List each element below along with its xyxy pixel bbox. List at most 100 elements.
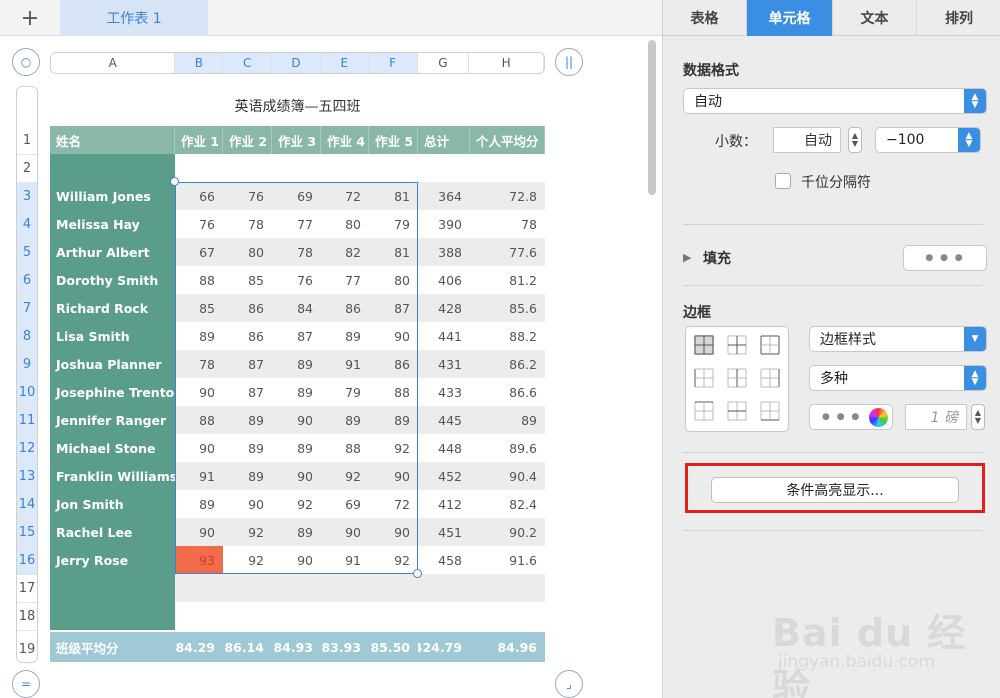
- score-cell[interactable]: 79: [321, 378, 369, 406]
- score-cell[interactable]: 90: [272, 546, 321, 574]
- horizontal-inner-border-icon[interactable]: [727, 401, 747, 421]
- total-cell[interactable]: 406: [418, 266, 470, 294]
- tab-cell[interactable]: 单元格: [747, 0, 833, 36]
- score-cell[interactable]: 90: [175, 378, 223, 406]
- add-row-handle[interactable]: =: [12, 670, 40, 698]
- score-cell[interactable]: 76: [175, 210, 223, 238]
- score-cell[interactable]: 80: [223, 238, 272, 266]
- total-cell[interactable]: 412: [418, 490, 470, 518]
- row-header-1[interactable]: 1: [17, 127, 37, 155]
- score-cell[interactable]: 88: [321, 434, 369, 462]
- inner-borders-icon[interactable]: [727, 335, 747, 355]
- score-cell[interactable]: 91: [175, 462, 223, 490]
- row-header-19[interactable]: 19: [17, 631, 37, 662]
- score-cell[interactable]: 93: [175, 546, 223, 574]
- tab-arrange[interactable]: 排列: [917, 0, 1000, 36]
- score-cell[interactable]: 78: [223, 210, 272, 238]
- row-header-10[interactable]: 10: [17, 379, 37, 407]
- score-cell[interactable]: 88: [175, 406, 223, 434]
- border-color-button[interactable]: ● ● ●: [809, 404, 893, 430]
- total-cell[interactable]: 433: [418, 378, 470, 406]
- total-cell[interactable]: 441: [418, 322, 470, 350]
- top-border-icon[interactable]: [694, 401, 714, 421]
- row-header-8[interactable]: 8: [17, 323, 37, 351]
- column-header-e[interactable]: E: [320, 53, 369, 73]
- tab-sheet-1[interactable]: 工作表 1: [60, 0, 208, 36]
- decimal-stepper[interactable]: ▲ ▼: [848, 127, 862, 153]
- row-header-13[interactable]: 13: [17, 463, 37, 491]
- total-cell[interactable]: 388: [418, 238, 470, 266]
- score-cell[interactable]: 77: [321, 266, 369, 294]
- column-header-f[interactable]: F: [368, 53, 418, 73]
- row-header-14[interactable]: 14: [17, 491, 37, 519]
- score-cell[interactable]: 90: [175, 518, 223, 546]
- average-cell[interactable]: 86.2: [470, 350, 545, 378]
- score-cell[interactable]: 79: [369, 210, 418, 238]
- border-style-select[interactable]: 边框样式 ▼: [809, 326, 987, 352]
- score-cell[interactable]: 76: [223, 182, 272, 210]
- resize-table-handle[interactable]: ⌟: [555, 670, 583, 698]
- score-cell[interactable]: 86: [223, 294, 272, 322]
- score-cell[interactable]: 89: [223, 406, 272, 434]
- score-cell[interactable]: 89: [223, 462, 272, 490]
- vertical-scrollbar[interactable]: [648, 40, 656, 195]
- score-cell[interactable]: 80: [321, 210, 369, 238]
- row-header-18[interactable]: 18: [17, 603, 37, 631]
- decimal-field[interactable]: 自动: [773, 127, 841, 153]
- fill-color-button[interactable]: ● ● ●: [903, 245, 987, 271]
- disclosure-triangle-icon[interactable]: ▶: [683, 251, 691, 264]
- row-header-2[interactable]: 2: [17, 155, 37, 183]
- score-cell[interactable]: 92: [272, 490, 321, 518]
- column-header-d[interactable]: D: [272, 53, 321, 73]
- score-cell[interactable]: 89: [272, 434, 321, 462]
- score-cell[interactable]: 88: [369, 378, 418, 406]
- selection-handle-top-left[interactable]: [170, 177, 179, 186]
- score-cell[interactable]: 92: [321, 462, 369, 490]
- score-cell[interactable]: 92: [369, 546, 418, 574]
- score-cell[interactable]: 89: [321, 406, 369, 434]
- score-cell[interactable]: 81: [369, 182, 418, 210]
- right-border-icon[interactable]: [760, 368, 780, 388]
- score-cell[interactable]: 84: [272, 294, 321, 322]
- score-cell[interactable]: 82: [321, 238, 369, 266]
- total-cell[interactable]: 364: [418, 182, 470, 210]
- score-cell[interactable]: 66: [175, 182, 223, 210]
- column-header-g[interactable]: G: [417, 53, 470, 73]
- score-cell[interactable]: 89: [272, 378, 321, 406]
- row-header-3[interactable]: 3: [17, 183, 37, 211]
- row-header-17[interactable]: 17: [17, 575, 37, 603]
- score-cell[interactable]: 88: [175, 266, 223, 294]
- total-cell[interactable]: 458: [418, 546, 470, 574]
- score-cell[interactable]: 72: [321, 182, 369, 210]
- score-cell[interactable]: 76: [272, 266, 321, 294]
- average-cell[interactable]: 72.8: [470, 182, 545, 210]
- score-cell[interactable]: 69: [272, 182, 321, 210]
- row-header-15[interactable]: 15: [17, 519, 37, 547]
- score-cell[interactable]: 78: [175, 350, 223, 378]
- score-cell[interactable]: 89: [175, 490, 223, 518]
- selection-handle-bottom-right[interactable]: [413, 569, 422, 578]
- negative-format-select[interactable]: −100 ▲ ▼: [875, 127, 981, 153]
- average-cell[interactable]: 77.6: [470, 238, 545, 266]
- total-cell[interactable]: 451: [418, 518, 470, 546]
- column-header-h[interactable]: H: [469, 53, 544, 73]
- score-cell[interactable]: 90: [321, 518, 369, 546]
- score-cell[interactable]: 86: [369, 350, 418, 378]
- score-cell[interactable]: 87: [272, 322, 321, 350]
- score-cell[interactable]: 87: [223, 378, 272, 406]
- average-cell[interactable]: 85.6: [470, 294, 545, 322]
- average-cell[interactable]: 78: [470, 210, 545, 238]
- score-cell[interactable]: 90: [369, 462, 418, 490]
- average-cell[interactable]: 90.4: [470, 462, 545, 490]
- score-cell[interactable]: 90: [369, 322, 418, 350]
- score-cell[interactable]: 91: [321, 350, 369, 378]
- row-header-4[interactable]: 4: [17, 211, 37, 239]
- average-cell[interactable]: 89: [470, 406, 545, 434]
- tab-text[interactable]: 文本: [833, 0, 917, 36]
- score-cell[interactable]: 81: [369, 238, 418, 266]
- row-header-7[interactable]: 7: [17, 295, 37, 323]
- score-cell[interactable]: 90: [175, 434, 223, 462]
- score-cell[interactable]: 87: [369, 294, 418, 322]
- score-cell[interactable]: 85: [175, 294, 223, 322]
- row-header-9[interactable]: 9: [17, 351, 37, 379]
